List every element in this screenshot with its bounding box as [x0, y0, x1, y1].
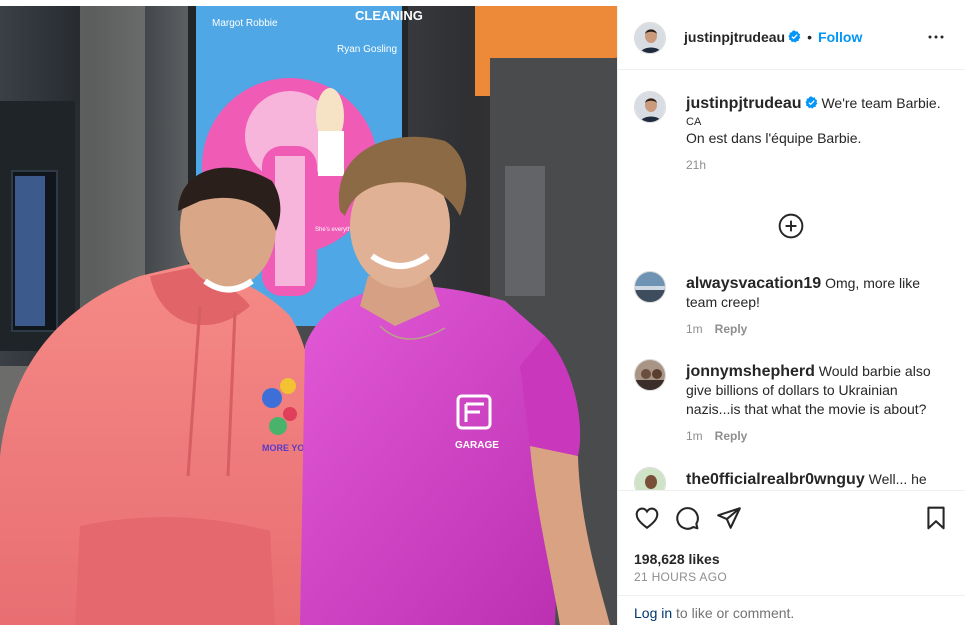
- comment-bubble-icon[interactable]: [674, 505, 700, 531]
- login-prompt-text: to like or comment.: [672, 605, 795, 621]
- comment-text-block: alwaysvacation19 Omg, more like team cre…: [686, 274, 952, 339]
- comment-text: Well... he: [868, 471, 927, 487]
- comment-username[interactable]: alwaysvacation19: [686, 275, 821, 292]
- caption-translation: On est dans l'équipe Barbie.: [686, 130, 862, 146]
- poster-name-right: Ryan Gosling: [337, 44, 397, 55]
- caption-language: CA: [686, 116, 702, 128]
- comment-age: 1m: [686, 322, 703, 336]
- post-side-panel: justinpjtrudeau • Follow justinpjtrudeau…: [617, 6, 965, 625]
- post-timestamp: 21 HOURS AGO: [634, 570, 727, 584]
- commenter-avatar[interactable]: [634, 271, 666, 303]
- like-count[interactable]: 198,628 likes: [634, 551, 720, 567]
- comment-username[interactable]: jonnymshepherd: [686, 363, 815, 380]
- comments-list[interactable]: justinpjtrudeau We're team Barbie. CA On…: [618, 71, 965, 490]
- comment-meta: 1m Reply: [686, 427, 952, 446]
- caption-author-avatar[interactable]: [634, 91, 666, 123]
- photo-illustration: CLEANING Margot Robbie Ryan Gosling She'…: [0, 6, 617, 625]
- post-photo[interactable]: CLEANING Margot Robbie Ryan Gosling She'…: [0, 6, 617, 625]
- post-actions: 198,628 likes 21 HOURS AGO Log in to lik…: [618, 490, 965, 625]
- comment-meta: 1m Reply: [686, 320, 952, 339]
- verified-badge-icon: [788, 30, 801, 43]
- follow-button[interactable]: Follow: [818, 29, 862, 45]
- comment-text-block: the0fficialrealbr0wnguy Well... he: [686, 470, 952, 489]
- load-more-comments-icon[interactable]: [778, 213, 804, 239]
- caption-text-block: justinpjtrudeau We're team Barbie. CA On…: [686, 94, 952, 175]
- heart-icon[interactable]: [634, 505, 660, 531]
- comment-age: 1m: [686, 429, 703, 443]
- poster-top-text: CLEANING: [355, 8, 423, 23]
- comment-username[interactable]: the0fficialrealbr0wnguy: [686, 471, 865, 488]
- more-options-icon[interactable]: [927, 28, 945, 46]
- author-username[interactable]: justinpjtrudeau: [684, 29, 785, 45]
- login-prompt: Log in to like or comment.: [618, 595, 965, 626]
- paper-plane-icon[interactable]: [716, 505, 742, 531]
- caption-age: 21h: [686, 158, 707, 172]
- header-user-line: justinpjtrudeau • Follow: [684, 29, 862, 47]
- reply-button[interactable]: Reply: [715, 322, 748, 336]
- verified-badge-icon: [804, 96, 817, 109]
- header-separator: •: [807, 29, 813, 45]
- post-header: justinpjtrudeau • Follow: [618, 6, 965, 70]
- commenter-avatar[interactable]: [634, 359, 666, 391]
- login-link[interactable]: Log in: [634, 605, 672, 621]
- shirt-text: GARAGE: [455, 440, 499, 451]
- reply-button[interactable]: Reply: [715, 429, 748, 443]
- poster-name-left: Margot Robbie: [212, 18, 278, 29]
- caption-text: We're team Barbie.: [821, 95, 941, 111]
- author-avatar[interactable]: [634, 22, 666, 54]
- caption-username[interactable]: justinpjtrudeau: [686, 95, 802, 112]
- instagram-post-modal: CLEANING Margot Robbie Ryan Gosling She'…: [0, 0, 970, 635]
- bookmark-icon[interactable]: [923, 505, 949, 531]
- comment-text-block: jonnymshepherd Would barbie also give bi…: [686, 362, 952, 446]
- commenter-avatar[interactable]: [634, 467, 666, 490]
